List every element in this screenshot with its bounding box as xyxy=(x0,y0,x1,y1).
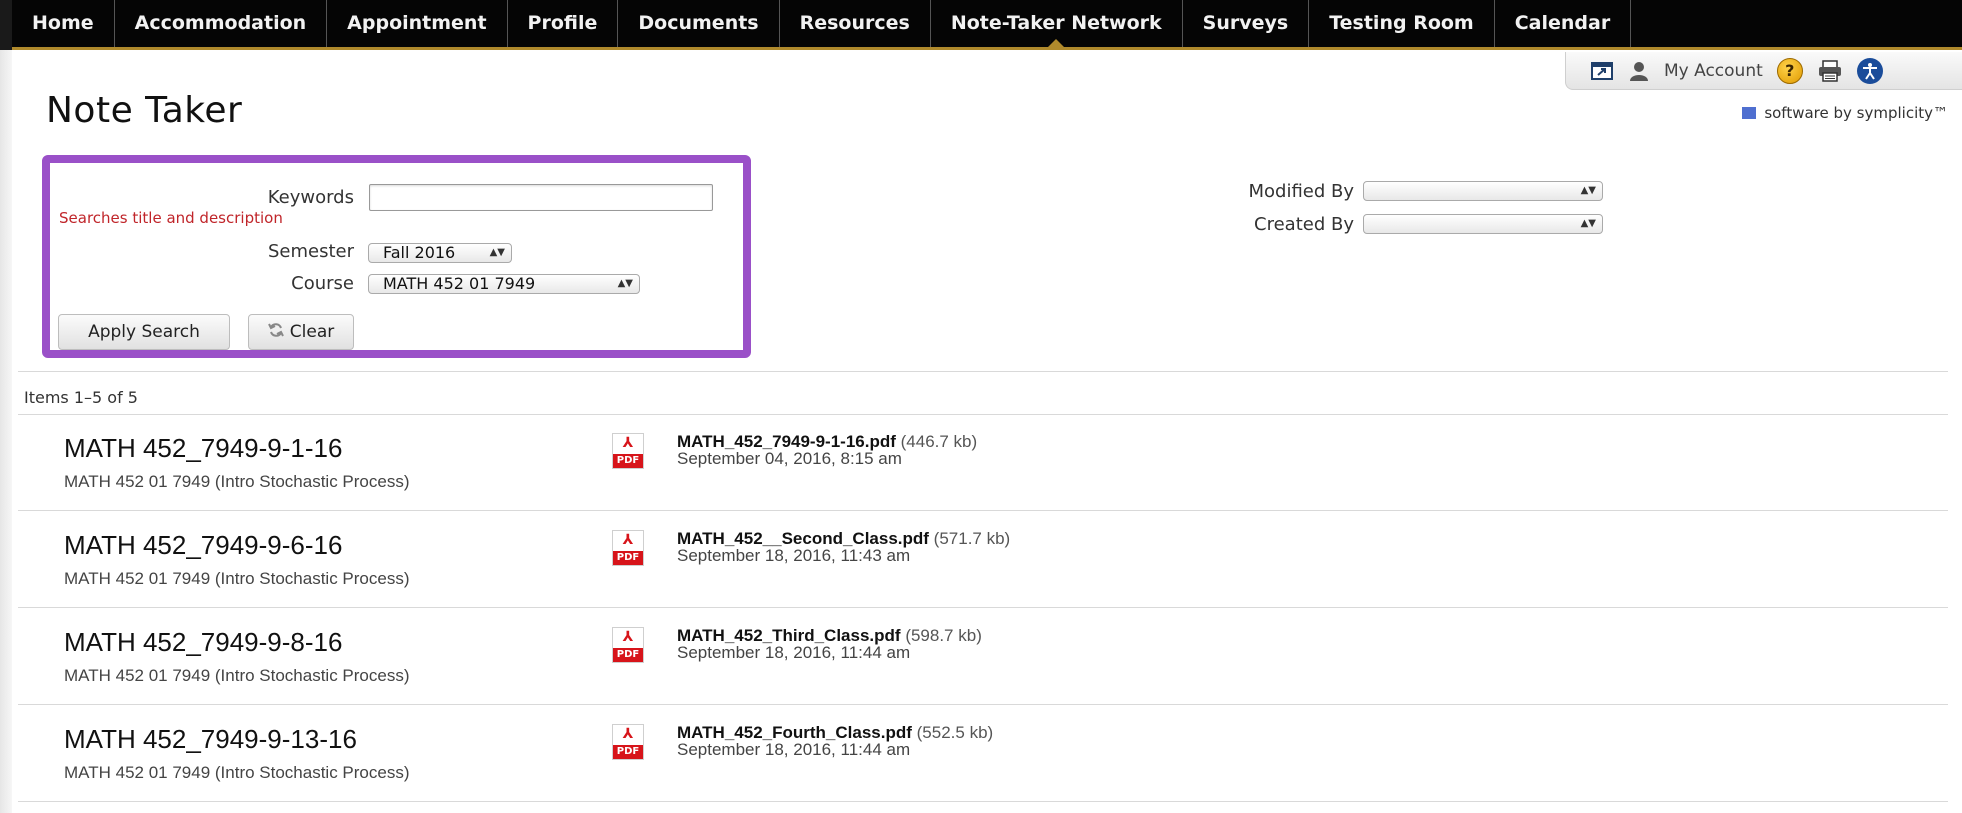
course-select[interactable]: MATH 452 01 7949 ▲▼ xyxy=(368,274,640,294)
nav-appointment[interactable]: Appointment xyxy=(327,0,508,47)
note-title: MATH 452_7949-9-6-16 xyxy=(64,530,343,560)
note-title: MATH 452_7949-9-13-16 xyxy=(64,724,357,754)
print-icon[interactable] xyxy=(1817,59,1843,82)
pdf-icon[interactable]: ⅄ PDF xyxy=(612,627,644,663)
semester-select[interactable]: Fall 2016 ▲▼ xyxy=(368,243,512,263)
nav-accommodation[interactable]: Accommodation xyxy=(115,0,328,47)
nav-calendar[interactable]: Calendar xyxy=(1495,0,1632,47)
semester-selected-value: Fall 2016 xyxy=(383,243,456,262)
note-course: MATH 452 01 7949 (Intro Stochastic Proce… xyxy=(64,763,410,782)
nav-surveys[interactable]: Surveys xyxy=(1183,0,1310,47)
popout-icon[interactable] xyxy=(1590,60,1614,82)
pdf-icon[interactable]: ⅄ PDF xyxy=(612,724,644,760)
pdf-icon[interactable]: ⅄ PDF xyxy=(612,433,644,469)
left-edge-dark xyxy=(0,0,12,50)
items-count: Items 1–5 of 5 xyxy=(24,388,138,407)
nav-documents[interactable]: Documents xyxy=(618,0,780,47)
nav-resources[interactable]: Resources xyxy=(780,0,931,47)
select-arrows-icon: ▲▼ xyxy=(1580,218,1596,229)
select-arrows-icon: ▲▼ xyxy=(1580,185,1596,196)
clear-button[interactable]: Clear xyxy=(248,314,354,350)
select-arrows-icon: ▲▼ xyxy=(489,247,505,258)
semester-label: Semester xyxy=(267,241,354,262)
pdf-icon[interactable]: ⅄ PDF xyxy=(612,530,644,566)
file-date: September 18, 2016, 11:43 am xyxy=(677,546,911,565)
nav-home[interactable]: Home xyxy=(12,0,115,47)
keywords-input[interactable] xyxy=(369,184,713,211)
file-date: September 18, 2016, 11:44 am xyxy=(677,740,911,759)
file-size: (571.7 kb) xyxy=(933,529,1011,548)
list-item: MATH 452_7949-9-13-16 MATH 452 01 7949 (… xyxy=(18,706,1948,802)
nav-note-taker-network[interactable]: Note-Taker Network xyxy=(931,0,1183,48)
user-icon[interactable] xyxy=(1628,60,1650,82)
keywords-hint: Searches title and description xyxy=(59,209,283,227)
list-item: MATH 452_7949-9-1-16 MATH 452 01 7949 (I… xyxy=(18,415,1948,511)
file-size: (552.5 kb) xyxy=(916,723,994,742)
select-arrows-icon: ▲▼ xyxy=(617,278,633,289)
nav-testing-room[interactable]: Testing Room xyxy=(1309,0,1495,47)
note-course: MATH 452 01 7949 (Intro Stochastic Proce… xyxy=(64,472,410,491)
left-edge xyxy=(0,0,12,813)
divider xyxy=(18,371,1948,372)
modified-by-label: Modified By xyxy=(1248,181,1354,202)
file-size: (446.7 kb) xyxy=(900,432,978,451)
apply-search-button[interactable]: Apply Search xyxy=(58,314,230,350)
note-title: MATH 452_7949-9-8-16 xyxy=(64,627,343,657)
keywords-label: Keywords xyxy=(267,187,354,208)
account-toolbar: My Account ? xyxy=(1565,52,1962,90)
file-date: September 18, 2016, 11:44 am xyxy=(677,643,911,662)
clear-label: Clear xyxy=(289,322,335,342)
main-nav: Home Accommodation Appointment Profile D… xyxy=(12,0,1962,50)
note-title: MATH 452_7949-9-1-16 xyxy=(64,433,343,463)
course-selected-value: MATH 452 01 7949 xyxy=(383,274,536,293)
list-item: MATH 452_7949-9-6-16 MATH 452 01 7949 (I… xyxy=(18,512,1948,608)
symplicity-logo-icon xyxy=(1742,107,1757,119)
apply-search-label: Apply Search xyxy=(88,322,200,342)
my-account-link[interactable]: My Account xyxy=(1664,61,1763,81)
branding-text: software by symplicity™ xyxy=(1764,104,1948,122)
nav-profile[interactable]: Profile xyxy=(508,0,619,47)
page-title: Note Taker xyxy=(46,90,243,131)
created-by-select[interactable]: ▲▼ xyxy=(1363,214,1603,234)
file-size: (598.7 kb) xyxy=(905,626,982,645)
list-item: MATH 452_7949-9-8-16 MATH 452 01 7949 (I… xyxy=(18,609,1948,705)
accessibility-icon[interactable] xyxy=(1856,57,1883,84)
created-by-label: Created By xyxy=(1254,214,1354,235)
course-label: Course xyxy=(291,273,354,294)
file-date: September 04, 2016, 8:15 am xyxy=(677,449,902,468)
search-panel: Keywords Searches title and description … xyxy=(42,155,751,358)
modified-by-select[interactable]: ▲▼ xyxy=(1363,181,1603,201)
vendor-branding[interactable]: software by symplicity™ xyxy=(1742,104,1948,122)
help-icon[interactable]: ? xyxy=(1776,57,1803,84)
refresh-icon xyxy=(267,322,284,343)
note-course: MATH 452 01 7949 (Intro Stochastic Proce… xyxy=(64,569,410,588)
note-course: MATH 452 01 7949 (Intro Stochastic Proce… xyxy=(64,666,410,685)
